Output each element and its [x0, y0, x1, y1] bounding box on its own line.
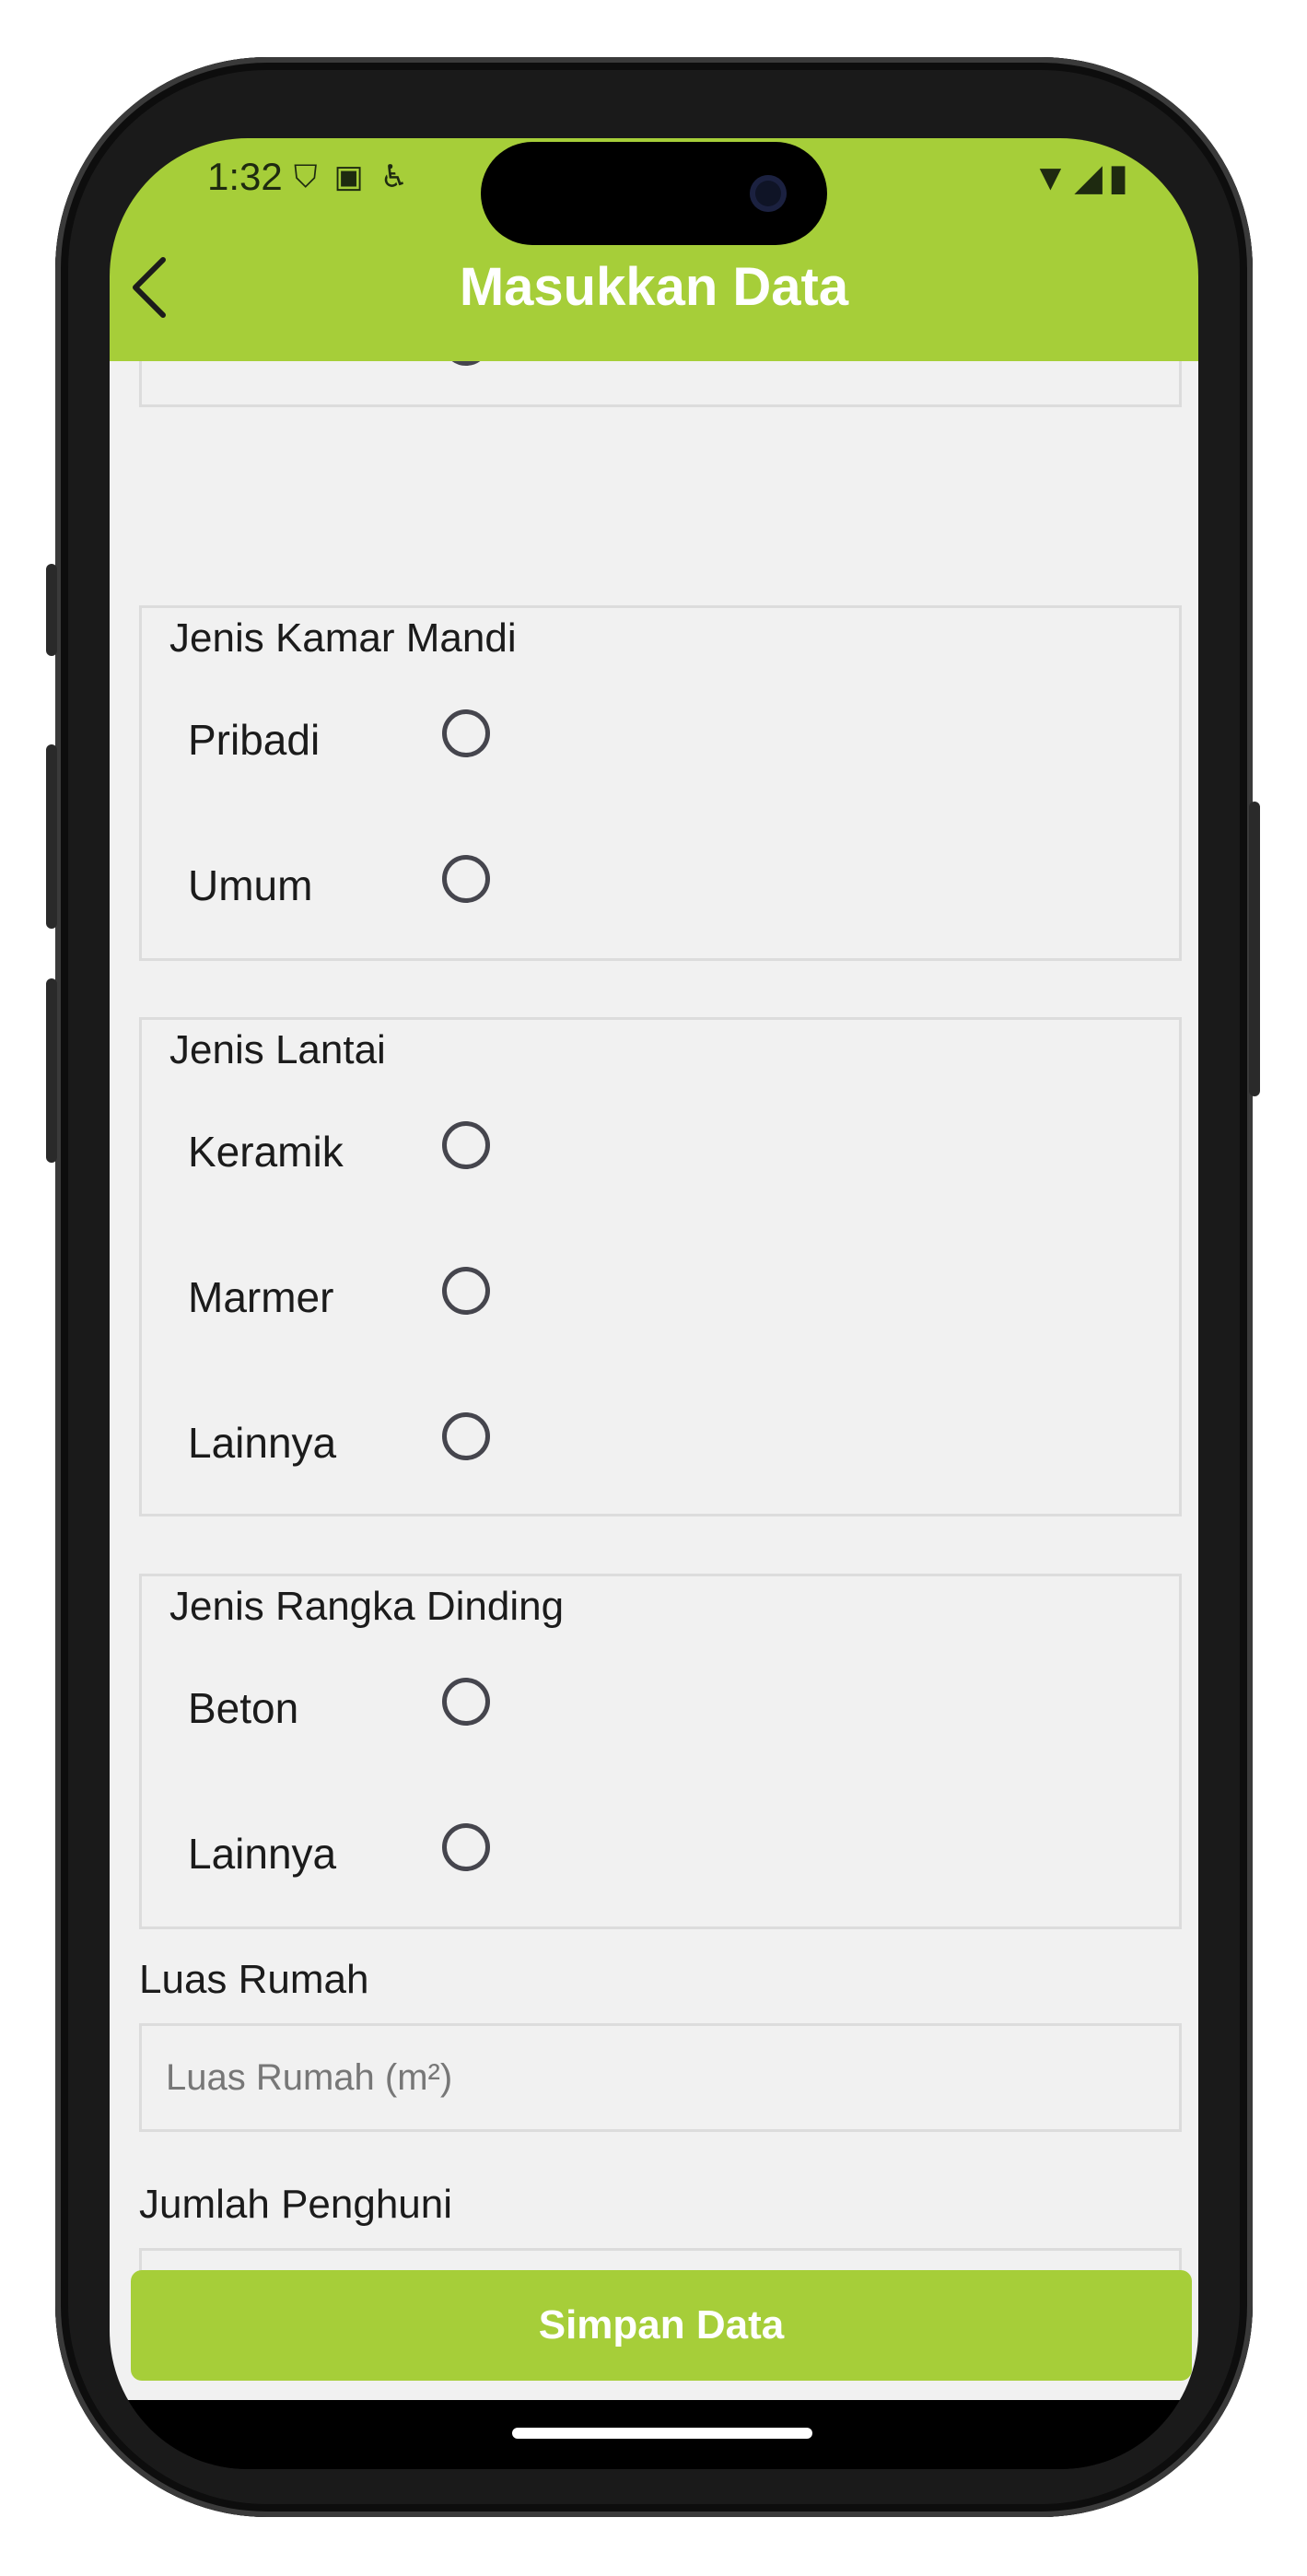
jumlah-penghuni-label: Jumlah Penghuni — [139, 2182, 453, 2227]
save-button[interactable]: Simpan Data — [131, 2270, 1192, 2381]
volume-up-button — [46, 744, 57, 929]
page-title: Masukkan Data — [459, 257, 849, 317]
group-jenis-rangka-dinding: Jenis Rangka Dinding Beton Lainnya — [139, 1574, 1182, 1929]
status-time: 1:32 — [207, 155, 283, 198]
radio-beton[interactable] — [442, 1678, 490, 1726]
luas-rumah-input[interactable] — [139, 2023, 1182, 2132]
radio-marmer[interactable] — [442, 1267, 490, 1315]
status-icons-right: ▼◢▮ — [1033, 157, 1134, 199]
status-icons-left: ⛉▣♿ — [294, 158, 425, 195]
option-label-umum: Umum — [188, 861, 313, 909]
option-label-marmer: Marmer — [188, 1273, 334, 1321]
form-scroll-area[interactable]: Jenis Kamar Mandi Pribadi Umum Jenis Lan… — [110, 361, 1198, 2400]
power-button — [1249, 802, 1260, 1096]
luas-rumah-label: Luas Rumah — [139, 1957, 369, 2002]
dynamic-island — [481, 142, 827, 245]
volume-down-button — [46, 978, 57, 1163]
group-jenis-lantai: Jenis Lantai Keramik Marmer Lainnya — [139, 1017, 1182, 1516]
radio-umum[interactable] — [442, 855, 490, 903]
battery-icon: ▮ — [1107, 158, 1134, 198]
shield-icon: ⛉ — [294, 159, 334, 194]
front-camera — [750, 175, 787, 212]
wifi-icon: ▼ — [1032, 158, 1075, 198]
option-label-keramik: Keramik — [188, 1128, 344, 1176]
group-title: Jenis Kamar Mandi — [169, 615, 517, 661]
action-button — [46, 564, 57, 656]
previous-group-partial — [139, 361, 1182, 407]
group-jenis-kamar-mandi: Jenis Kamar Mandi Pribadi Umum — [139, 605, 1182, 961]
group-title: Jenis Lantai — [169, 1027, 386, 1072]
accessibility-icon: ♿ — [379, 159, 426, 194]
radio-pribadi[interactable] — [442, 709, 490, 757]
radio-partial[interactable] — [442, 361, 490, 366]
a-notification-icon: ▣ — [333, 159, 380, 194]
option-label-lainnya: Lainnya — [188, 1830, 337, 1878]
group-title: Jenis Rangka Dinding — [169, 1584, 565, 1629]
option-label-pribadi: Pribadi — [188, 716, 321, 764]
signal-icon: ◢ — [1074, 158, 1108, 198]
option-label-beton: Beton — [188, 1684, 299, 1732]
screen: 1:32 ⛉▣♿ ▼◢▮ Masukkan Data Jenis Kamar M… — [110, 138, 1198, 2469]
app-header: 1:32 ⛉▣♿ ▼◢▮ Masukkan Data — [110, 138, 1198, 361]
option-label-lainnya: Lainnya — [188, 1419, 337, 1467]
home-indicator[interactable] — [512, 2428, 812, 2439]
radio-keramik[interactable] — [442, 1121, 490, 1169]
radio-lainnya[interactable] — [442, 1412, 490, 1460]
radio-lainnya[interactable] — [442, 1823, 490, 1871]
